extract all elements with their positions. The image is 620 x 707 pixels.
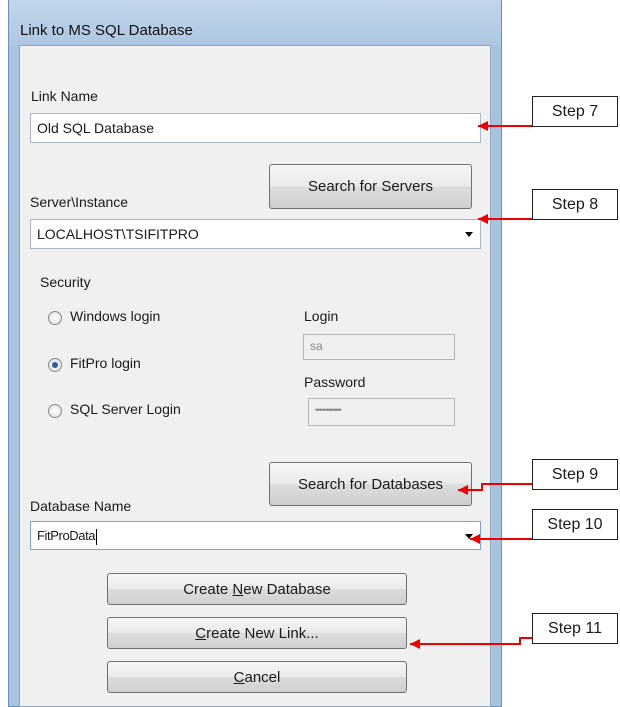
step-11-arrow-head <box>410 639 420 649</box>
step-8-arrow-head <box>478 214 488 224</box>
step-9-arrow <box>458 483 532 491</box>
step-10-arrow-head <box>470 534 480 544</box>
step-11-arrow <box>410 637 532 645</box>
step-7-arrow-head <box>478 121 488 131</box>
callout-arrows <box>410 121 532 649</box>
step-9-arrow-head <box>458 485 468 495</box>
